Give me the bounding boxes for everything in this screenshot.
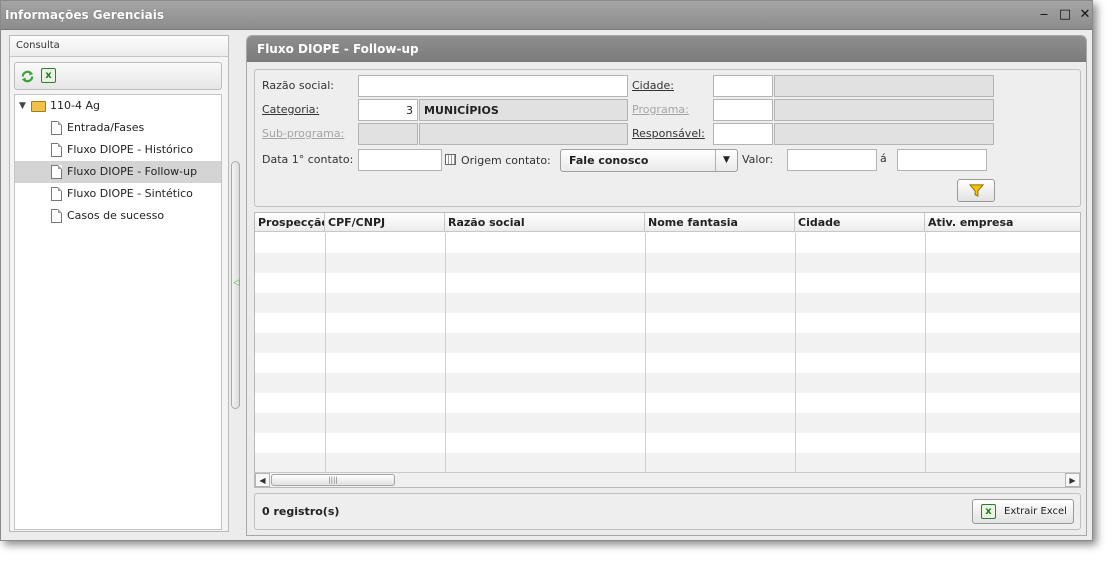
- origem-contato-value: Fale conosco: [569, 154, 649, 167]
- responsavel-code-input[interactable]: [713, 123, 773, 145]
- tree-root-label: 110-4 Ag: [50, 99, 100, 112]
- refresh-icon[interactable]: [20, 69, 35, 84]
- consulta-panel: Consulta x ▼ 110-4 Ag Entrada/Fases Flux…: [9, 35, 229, 532]
- window-title: Informações Gerenciais: [5, 8, 164, 22]
- maximize-icon[interactable]: □: [1057, 7, 1073, 23]
- cidade-code-input[interactable]: [713, 75, 773, 97]
- column-divider: [325, 233, 326, 473]
- scrollbar-thumb[interactable]: ||||: [271, 474, 395, 486]
- grid-header: Prospecção CPF/CNPJ Razão social Nome fa…: [255, 213, 1080, 232]
- valor-label: Valor:: [742, 153, 774, 166]
- razao-social-input[interactable]: [358, 75, 628, 97]
- tree-item-label: Fluxo DIOPE - Follow-up: [67, 165, 198, 178]
- valor-to-label: á: [880, 152, 887, 165]
- grid-footer: 0 registro(s) x Extrair Excel: [254, 493, 1081, 530]
- close-icon[interactable]: ✕: [1077, 7, 1093, 23]
- calendar-icon[interactable]: [445, 154, 456, 165]
- valor-from-input[interactable]: [787, 149, 877, 171]
- export-excel-label: Extrair Excel: [1004, 506, 1067, 517]
- column-divider: [795, 233, 796, 473]
- tree-item[interactable]: Fluxo DIOPE - Sintético: [15, 183, 221, 205]
- categoria-name-field: [419, 99, 628, 121]
- tree-item-label: Fluxo DIOPE - Sintético: [67, 187, 193, 200]
- column-header-prospeccao[interactable]: Prospecção: [255, 213, 325, 232]
- report-panel: Fluxo DIOPE - Follow-up Razão social: Ci…: [246, 35, 1087, 536]
- tree-item-label: Casos de sucesso: [67, 209, 165, 222]
- column-divider: [645, 233, 646, 473]
- tree-item-label: Fluxo DIOPE - Histórico: [67, 143, 194, 156]
- tree-item[interactable]: Casos de sucesso: [15, 205, 221, 227]
- razao-social-label: Razão social:: [262, 79, 334, 92]
- report-tree: ▼ 110-4 Ag Entrada/Fases Fluxo DIOPE - H…: [14, 94, 222, 530]
- origem-contato-select[interactable]: Fale conosco ▼: [560, 149, 738, 172]
- excel-icon: x: [981, 504, 996, 519]
- document-icon: [51, 121, 62, 135]
- folder-open-icon: [31, 101, 46, 112]
- document-icon: [51, 165, 62, 179]
- programa-name-field: [774, 99, 994, 121]
- categoria-label[interactable]: Categoria:: [262, 103, 319, 116]
- scroll-right-icon[interactable]: ▶: [1065, 473, 1080, 487]
- cidade-name-field: [774, 75, 994, 97]
- minimize-icon[interactable]: ‒: [1036, 7, 1052, 23]
- column-header-ativ-empresa[interactable]: Ativ. empresa: [925, 213, 1080, 232]
- data-contato-input[interactable]: [358, 149, 442, 171]
- excel-icon[interactable]: x: [41, 68, 56, 83]
- sub-programa-name-field: [419, 123, 628, 145]
- panel-splitter[interactable]: ◁: [231, 161, 240, 409]
- data-contato-label: Data 1° contato:: [262, 153, 354, 166]
- cidade-label[interactable]: Cidade:: [632, 79, 674, 92]
- sub-programa-label: Sub-programa:: [262, 127, 345, 140]
- horizontal-scrollbar[interactable]: ◀ |||| ▶: [255, 472, 1080, 487]
- record-count: 0 registro(s): [262, 505, 340, 518]
- tree-item-label: Entrada/Fases: [67, 121, 145, 134]
- document-icon: [51, 209, 62, 223]
- results-grid: Prospecção CPF/CNPJ Razão social Nome fa…: [254, 212, 1081, 488]
- column-divider: [925, 233, 926, 473]
- tree-item-selected[interactable]: Fluxo DIOPE - Follow-up: [15, 161, 221, 183]
- column-header-nome-fantasia[interactable]: Nome fantasia: [645, 213, 795, 232]
- programa-code-input[interactable]: [713, 99, 773, 121]
- app-window: Informações Gerenciais ‒ □ ✕ Consulta x …: [0, 0, 1093, 541]
- chevron-down-icon[interactable]: ▼: [715, 150, 737, 171]
- expand-arrow-icon[interactable]: ▼: [19, 95, 26, 117]
- report-title: Fluxo DIOPE - Follow-up: [247, 36, 1086, 62]
- apply-filter-button[interactable]: [957, 179, 995, 202]
- tree-root[interactable]: ▼ 110-4 Ag: [15, 95, 221, 117]
- categoria-code-input[interactable]: [358, 99, 418, 121]
- origem-contato-label: Origem contato:: [461, 154, 551, 167]
- programa-label: Programa:: [632, 103, 689, 116]
- column-header-cpf-cnpj[interactable]: CPF/CNPJ: [325, 213, 445, 232]
- column-header-razao-social[interactable]: Razão social: [445, 213, 645, 232]
- title-bar: Informações Gerenciais ‒ □ ✕: [1, 1, 1092, 30]
- responsavel-label[interactable]: Responsável:: [632, 127, 705, 140]
- grid-body: [255, 233, 1080, 473]
- export-excel-button[interactable]: x Extrair Excel: [972, 499, 1074, 524]
- tree-item[interactable]: Fluxo DIOPE - Histórico: [15, 139, 221, 161]
- valor-to-input[interactable]: [897, 149, 987, 171]
- tree-item[interactable]: Entrada/Fases: [15, 117, 221, 139]
- sub-programa-code-field: [358, 123, 418, 145]
- document-icon: [51, 143, 62, 157]
- scroll-left-icon[interactable]: ◀: [255, 473, 270, 487]
- consulta-header: Consulta: [10, 36, 228, 57]
- collapse-arrow-icon[interactable]: ◁: [233, 278, 240, 288]
- document-icon: [51, 187, 62, 201]
- column-divider: [445, 233, 446, 473]
- filter-icon: [969, 184, 984, 197]
- responsavel-name-field: [774, 123, 994, 145]
- filter-form: Razão social: Cidade: Categoria: Program…: [254, 69, 1081, 207]
- consulta-toolbar: x: [14, 62, 222, 90]
- column-header-cidade[interactable]: Cidade: [795, 213, 925, 232]
